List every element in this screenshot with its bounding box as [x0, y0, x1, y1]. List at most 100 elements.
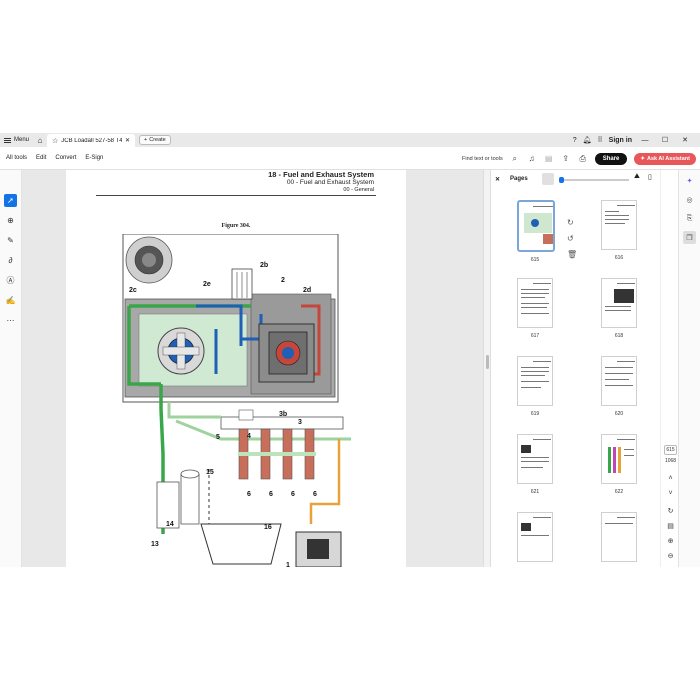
callout-14: 14: [166, 521, 174, 528]
menu-edit[interactable]: Edit: [36, 155, 46, 161]
thumb-page[interactable]: [517, 512, 559, 562]
ai-assistant-button[interactable]: ✦ Ask AI Assistant: [634, 152, 696, 165]
upload-icon[interactable]: ⇪: [561, 154, 571, 163]
home-icon[interactable]: ⌂: [33, 133, 47, 147]
print-icon[interactable]: ⎙: [578, 154, 588, 164]
signature-icon[interactable]: ✍: [4, 294, 17, 307]
callout-3b: 3b: [279, 411, 287, 418]
callout-2: 2: [281, 277, 285, 284]
thumb-page[interactable]: 621: [517, 434, 559, 495]
apps-grid-icon[interactable]: ⠿: [598, 136, 603, 144]
insert-page-icon[interactable]: ▯: [648, 173, 652, 181]
menu-esign[interactable]: E-Sign: [85, 155, 103, 161]
find-text-label[interactable]: Find text or tools: [462, 156, 503, 162]
save-icon[interactable]: ▤: [544, 154, 554, 163]
current-page[interactable]: 615: [664, 445, 677, 455]
thumb-preview: [601, 512, 637, 562]
search-icon[interactable]: ⌕: [510, 154, 520, 164]
read-aloud-icon[interactable]: ♫: [527, 154, 537, 163]
thumb-page[interactable]: 616: [601, 200, 643, 261]
zoom-out-icon[interactable]: ⊖: [664, 552, 677, 560]
zoom-in-icon[interactable]: ⊕: [664, 537, 677, 545]
bookmark-icon[interactable]: ⎘: [683, 212, 696, 225]
callout-3: 3: [298, 419, 302, 426]
tab-title: JCB Loadall 527-58 T4F ...: [61, 137, 122, 144]
acrobat-window: Menu ⌂ ☆ JCB Loadall 527-58 T4F ... ✕ + …: [0, 133, 700, 567]
thumbnail-size-slider[interactable]: [559, 177, 629, 183]
chevron-down-icon[interactable]: ˅: [664, 490, 677, 497]
scrollbar-thumb[interactable]: [486, 355, 489, 369]
pages-icon[interactable]: ❐: [683, 231, 696, 244]
page-fit-icon[interactable]: ▤: [664, 522, 677, 530]
select-cursor-icon[interactable]: ➚: [4, 194, 17, 207]
document-viewer[interactable]: 18 - Fuel and Exhaust System 00 - Fuel a…: [22, 170, 483, 567]
sign-in-button[interactable]: Sign in: [609, 137, 632, 144]
thumb-preview: [601, 356, 637, 406]
total-pages: 1068: [664, 458, 677, 464]
thumb-number: 618: [614, 333, 624, 339]
header-divider: [96, 195, 376, 196]
left-tool-rail: ➚ ⊕ ✎ ∂ Ⓐ ✍ ⋯: [0, 170, 22, 567]
callout-2e: 2e: [203, 281, 211, 288]
thumbnail-list[interactable]: 615 ↻ ↺ 🗑︎ 616 617 618 619 620 621 622: [491, 188, 661, 567]
chevron-up-icon[interactable]: ˄: [664, 475, 677, 482]
bell-icon[interactable]: 🔔︎: [583, 136, 592, 144]
menu-convert[interactable]: Convert: [55, 155, 76, 161]
share-button[interactable]: Share: [594, 152, 628, 165]
callout-16: 16: [264, 524, 272, 531]
thumb-preview: [517, 278, 553, 328]
document-scrollbar[interactable]: [483, 170, 490, 567]
thumb-preview: [517, 356, 553, 406]
create-button[interactable]: + Create: [139, 135, 171, 145]
thumb-page[interactable]: 619: [517, 356, 559, 417]
text-box-icon[interactable]: Ⓐ: [4, 274, 17, 287]
callout-2c: 2c: [129, 287, 137, 294]
highlight-pen-icon[interactable]: ✎: [4, 234, 17, 247]
thumb-preview: [601, 200, 637, 250]
thumb-page[interactable]: 617: [517, 278, 559, 339]
thumb-page[interactable]: 620: [601, 356, 643, 417]
thumbnail-size-icon[interactable]: [542, 173, 554, 185]
menu-all-tools[interactable]: All tools: [6, 155, 27, 161]
star-icon[interactable]: ☆: [52, 137, 58, 145]
callout-15: 15: [206, 469, 214, 476]
help-icon[interactable]: ?: [573, 137, 577, 144]
comment-add-icon[interactable]: ⊕: [4, 214, 17, 227]
close-window-icon[interactable]: ✕: [678, 136, 692, 144]
delete-page-icon[interactable]: 🗑︎: [567, 250, 577, 259]
thumb-number: 615: [530, 257, 540, 263]
menu-button[interactable]: Menu: [0, 133, 33, 147]
refresh-icon[interactable]: ↻: [664, 507, 677, 515]
minimize-icon[interactable]: —: [638, 137, 652, 144]
callout-6b: 6: [269, 491, 273, 498]
close-tab-icon[interactable]: ✕: [125, 137, 130, 144]
rotate-cw-icon[interactable]: ↻: [567, 218, 577, 227]
extract-pages-icon[interactable]: ⛰: [634, 173, 640, 181]
toolbar-right: Find text or tools ⌕ ♫ ▤ ⇪ ⎙ Share ✦ Ask…: [462, 147, 696, 170]
sparkle-icon: ✦: [640, 155, 645, 162]
page-header-subtitle: 00 - Fuel and Exhaust System: [286, 179, 374, 186]
thumb-page[interactable]: 618: [601, 278, 643, 339]
page-indicator[interactable]: 615 1068: [664, 445, 677, 464]
thumbnail-tools: ↻ ↺ 🗑︎: [567, 218, 577, 259]
figure-caption: Figure 304.: [221, 223, 251, 229]
title-bar: Menu ⌂ ☆ JCB Loadall 527-58 T4F ... ✕ + …: [0, 133, 700, 147]
lift-pump: [295, 531, 342, 567]
maximize-icon[interactable]: ☐: [658, 136, 672, 144]
thumb-number: 620: [614, 411, 624, 417]
callout-6d: 6: [313, 491, 317, 498]
ai-assistant-icon[interactable]: ✦: [683, 174, 696, 187]
comments-icon[interactable]: ◎: [683, 193, 696, 206]
rotate-ccw-icon[interactable]: ↺: [567, 234, 577, 243]
callout-1: 1: [286, 562, 290, 567]
thumb-page[interactable]: [601, 512, 643, 562]
thumb-preview: [517, 434, 553, 484]
thumb-page[interactable]: 615: [517, 200, 559, 263]
close-panel-icon[interactable]: ✕: [495, 176, 500, 183]
document-tab[interactable]: ☆ JCB Loadall 527-58 T4F ... ✕: [47, 134, 136, 147]
more-tools-icon[interactable]: ⋯: [4, 314, 17, 327]
callout-2d: 2d: [303, 287, 311, 294]
draw-lasso-icon[interactable]: ∂: [4, 254, 17, 267]
titlebar-right: ? 🔔︎ ⠿ Sign in — ☐ ✕: [573, 133, 700, 147]
thumb-page[interactable]: 622: [601, 434, 643, 495]
